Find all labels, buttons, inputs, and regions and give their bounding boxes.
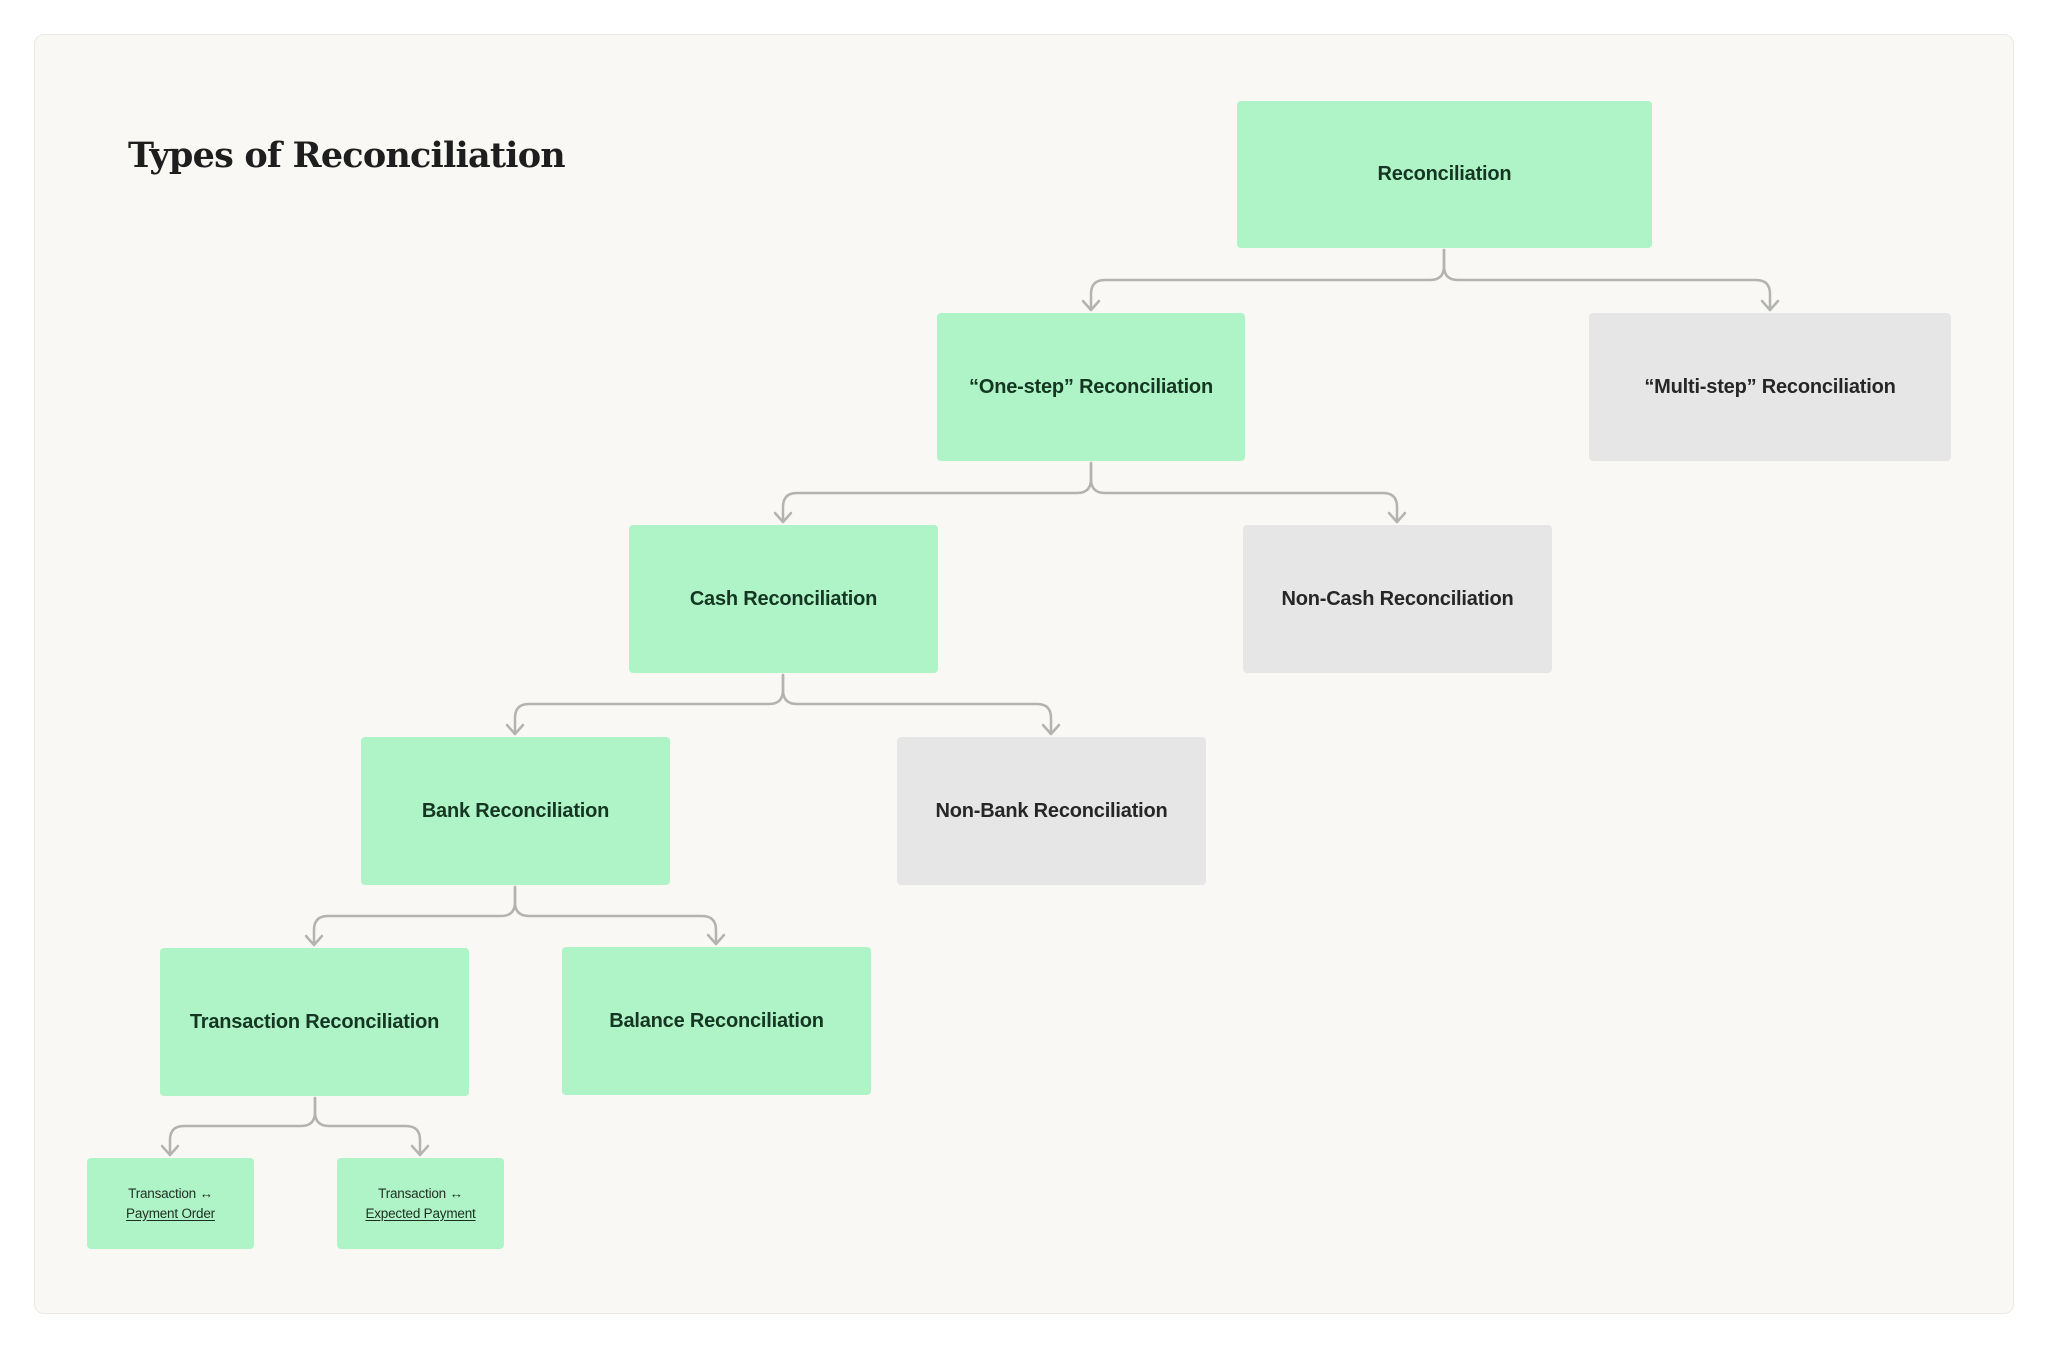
node-label: Bank Reconciliation [421, 799, 610, 822]
node-label: Balance Reconciliation [609, 1009, 824, 1032]
node-multi-step-reconciliation[interactable]: “Multi-step” Reconciliation [1589, 313, 1951, 461]
node-label-line1: Transaction ↔ [378, 1185, 463, 1201]
node-cash-reconciliation[interactable]: Cash Reconciliation [629, 525, 938, 673]
node-label-line1: Transaction ↔ [128, 1185, 213, 1201]
payment-order-link[interactable]: Payment Order [126, 1204, 215, 1224]
node-non-bank-reconciliation[interactable]: Non-Bank Reconciliation [897, 737, 1206, 885]
node-transaction-reconciliation[interactable]: Transaction Reconciliation [160, 948, 469, 1096]
node-bank-reconciliation[interactable]: Bank Reconciliation [361, 737, 670, 885]
node-non-cash-reconciliation[interactable]: Non-Cash Reconciliation [1243, 525, 1552, 673]
node-label: Non-Cash Reconciliation [1281, 587, 1514, 610]
node-label: “One-step” Reconciliation [969, 375, 1213, 398]
node-label: Reconciliation [1377, 163, 1512, 185]
node-balance-reconciliation[interactable]: Balance Reconciliation [562, 947, 871, 1095]
node-transaction-payment-order[interactable]: Transaction ↔ Payment Order [87, 1158, 254, 1249]
expected-payment-link[interactable]: Expected Payment [365, 1204, 475, 1224]
node-reconciliation[interactable]: Reconciliation [1237, 101, 1652, 248]
node-label: Transaction Reconciliation [189, 1010, 440, 1033]
node-label: “Multi-step” Reconciliation [1644, 375, 1896, 398]
node-one-step-reconciliation[interactable]: “One-step” Reconciliation [937, 313, 1245, 461]
page-title: Types of Reconciliation [128, 135, 566, 176]
diagram-canvas: Types of Reconciliation [34, 34, 2014, 1314]
node-transaction-expected-payment[interactable]: Transaction ↔ Expected Payment [337, 1158, 504, 1249]
node-label: Non-Bank Reconciliation [935, 799, 1168, 822]
node-label: Cash Reconciliation [689, 587, 878, 610]
